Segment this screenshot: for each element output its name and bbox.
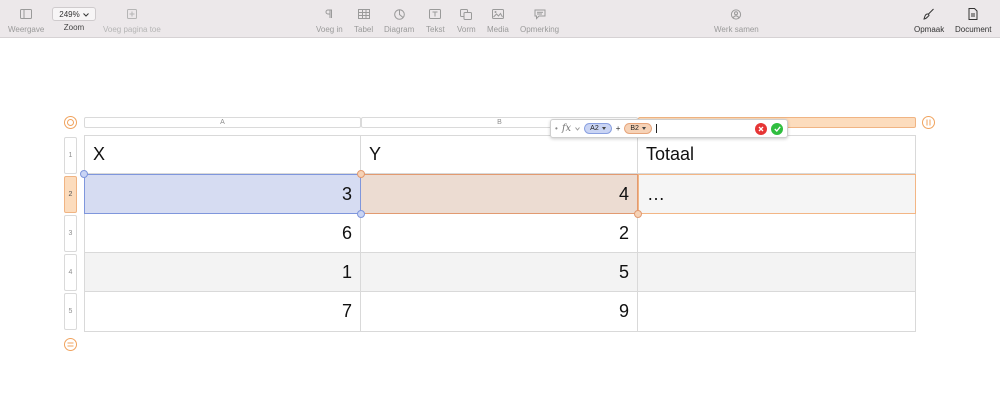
paintbrush-icon	[923, 7, 935, 21]
column-header-a[interactable]: A	[84, 117, 361, 128]
row-header-3[interactable]: 3	[64, 215, 77, 252]
add-page-label: Voeg pagina toe	[103, 25, 161, 34]
sidebar-icon	[20, 7, 33, 21]
cell-b4[interactable]: 5	[361, 253, 638, 292]
table-label: Tabel	[354, 25, 374, 34]
row-header-4[interactable]: 4	[64, 254, 77, 291]
document-button[interactable]: Document	[955, 7, 991, 34]
document-icon	[968, 7, 978, 21]
formula-editor[interactable]: • fx A2 + B2	[550, 119, 788, 138]
cell-a3[interactable]: 6	[84, 214, 361, 253]
cell-b2[interactable]: 4	[361, 174, 638, 214]
paragraph-icon	[325, 7, 333, 21]
format-button[interactable]: Opmaak	[914, 7, 944, 34]
insert-label: Voeg in	[316, 25, 343, 34]
collaborate-label: Werk samen	[714, 25, 759, 34]
shape-icon	[460, 7, 473, 21]
shape-label: Vorm	[457, 25, 476, 34]
collaborate-button[interactable]: Werk samen	[714, 7, 759, 34]
document-label: Document	[955, 25, 992, 34]
row-header-2[interactable]: 2	[64, 176, 77, 213]
format-label: Opmaak	[914, 25, 945, 34]
insert-button[interactable]: Voeg in	[316, 7, 343, 34]
header-cell-y[interactable]: Y	[361, 135, 638, 174]
shape-button[interactable]: Vorm	[457, 7, 476, 34]
zoom-label: Zoom	[63, 23, 85, 32]
zoom-select[interactable]: 249%	[52, 7, 96, 21]
drag-handle-icon[interactable]: •	[555, 124, 558, 133]
text-button[interactable]: Tekst	[426, 7, 445, 34]
token-a2-label: A2	[590, 125, 599, 132]
add-row-button[interactable]	[64, 338, 77, 351]
chart-label: Diagram	[384, 25, 415, 34]
cell-a4[interactable]: 1	[84, 253, 361, 292]
media-button[interactable]: Media	[487, 7, 509, 34]
view-label: Weergave	[8, 25, 45, 34]
view-button[interactable]: Weergave	[8, 7, 44, 34]
text-box-icon	[429, 7, 442, 21]
chevron-down-icon	[82, 10, 89, 19]
table-icon	[357, 7, 370, 21]
accept-formula-icon[interactable]	[771, 122, 783, 135]
add-page-icon	[126, 7, 137, 21]
text-cursor	[655, 124, 657, 133]
chart-button[interactable]: Diagram	[384, 7, 414, 34]
chevron-down-icon	[575, 124, 581, 133]
zoom-value: 249%	[59, 9, 80, 19]
table-select-button[interactable]	[64, 116, 77, 129]
header-cell-x[interactable]: X	[84, 135, 361, 174]
row-handle-icon	[67, 342, 74, 347]
comment-button[interactable]: Opmerking	[520, 7, 559, 34]
image-icon	[491, 7, 504, 21]
formula-token-a2[interactable]: A2	[584, 123, 612, 134]
function-icon[interactable]: fx	[562, 123, 571, 134]
add-page-button[interactable]: Voeg pagina toe	[103, 7, 161, 34]
comment-label: Opmerking	[520, 25, 560, 34]
add-column-button[interactable]	[922, 116, 935, 129]
cell-c2-editing[interactable]: …	[638, 174, 916, 214]
cell-b3[interactable]: 2	[361, 214, 638, 253]
row-header-5[interactable]: 5	[64, 293, 77, 330]
token-a2-dropdown-icon	[601, 127, 606, 130]
media-label: Media	[487, 25, 509, 34]
cell-c5[interactable]	[638, 292, 916, 332]
token-b2-dropdown-icon	[641, 127, 646, 130]
column-handle-icon	[926, 119, 931, 126]
cell-a5[interactable]: 7	[84, 292, 361, 332]
formula-operator: +	[615, 124, 621, 133]
header-cell-totaal[interactable]: Totaal	[638, 135, 916, 174]
formula-token-b2[interactable]: B2	[624, 123, 652, 134]
selection-handle-b-topleft[interactable]	[357, 170, 365, 178]
cell-c4[interactable]	[638, 253, 916, 292]
comment-icon	[534, 7, 546, 21]
selection-handle-a-bottomright[interactable]	[357, 210, 365, 218]
table-button[interactable]: Tabel	[354, 7, 373, 34]
selection-handle-a-topleft[interactable]	[80, 170, 88, 178]
chart-icon	[393, 7, 405, 21]
toolbar: Weergave 249% Zoom Voeg pagina toe Voeg …	[0, 0, 1000, 38]
collaborate-icon	[729, 7, 743, 21]
zoom-control[interactable]: 249% Zoom	[52, 7, 96, 32]
selection-handle-b-bottomright[interactable]	[634, 210, 642, 218]
text-label: Tekst	[426, 25, 445, 34]
cancel-formula-icon[interactable]	[755, 122, 767, 135]
cell-c3[interactable]	[638, 214, 916, 253]
token-b2-label: B2	[630, 125, 639, 132]
cell-b5[interactable]: 9	[361, 292, 638, 332]
row-header-1[interactable]: 1	[64, 137, 77, 174]
cell-a2[interactable]: 3	[84, 174, 361, 214]
